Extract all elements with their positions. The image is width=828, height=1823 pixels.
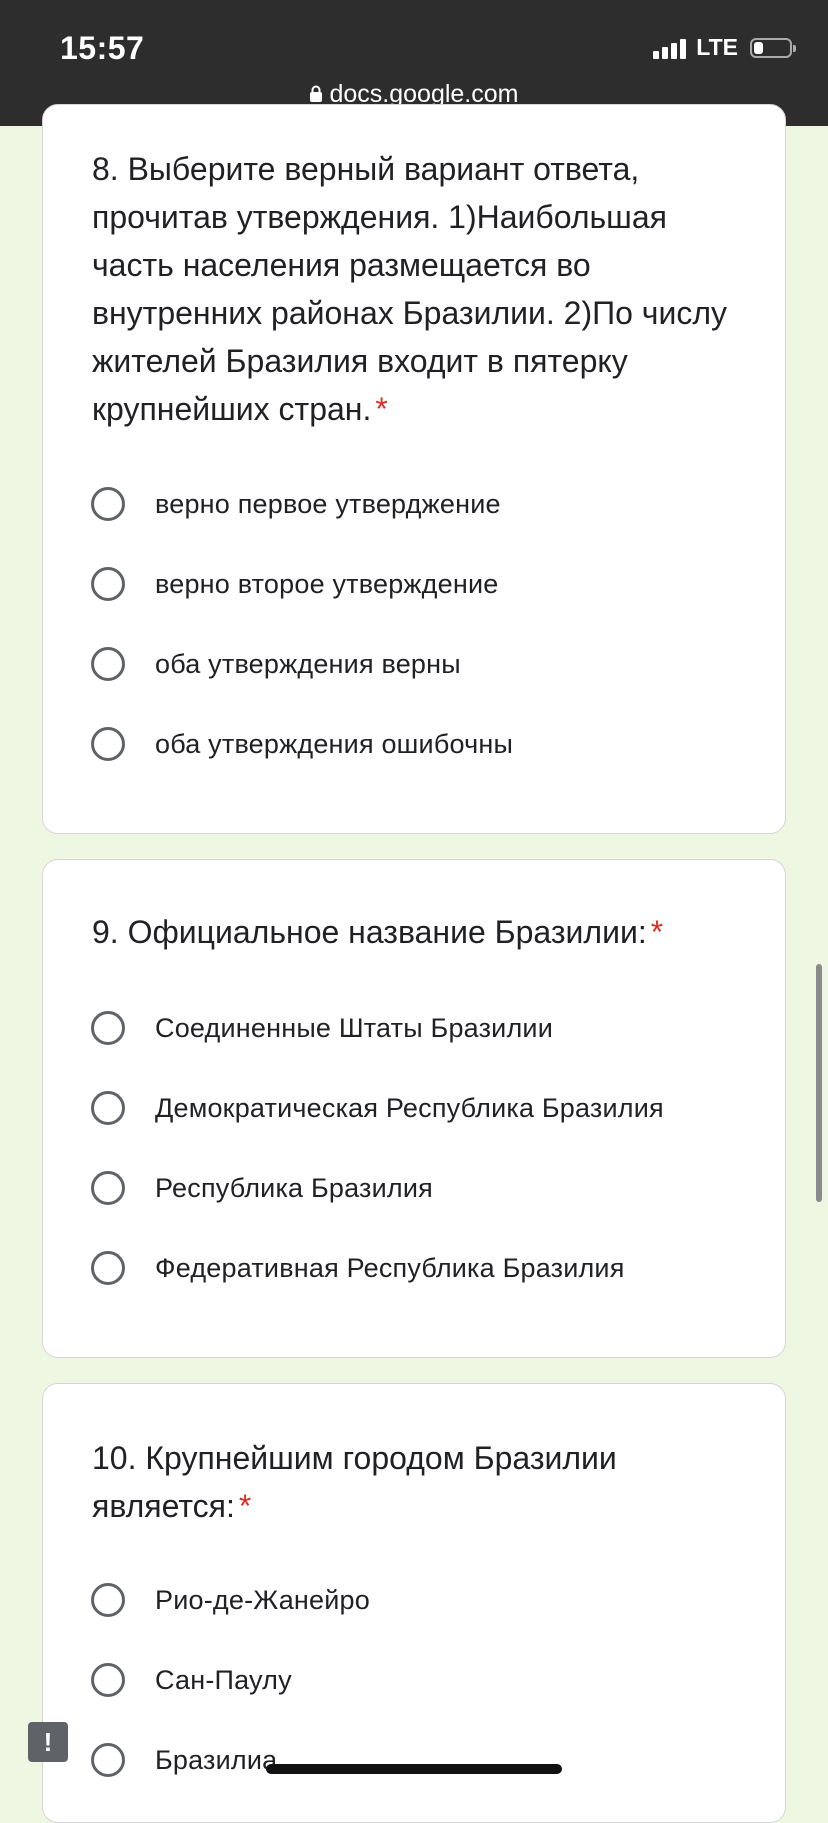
question-card-9: 9. Официальное название Бразилии: * Соеди… xyxy=(42,859,786,1358)
option-radio[interactable]: Сан-Паулу xyxy=(91,1660,292,1700)
option-radio[interactable]: верно первое утверджение xyxy=(91,484,501,524)
battery-icon xyxy=(750,37,796,58)
option-label: оба утверждения ошибочны xyxy=(155,728,514,759)
question-title: 8. Выберите верный вариант ответа, прочи… xyxy=(92,151,727,427)
option-radio[interactable]: Бразилиа xyxy=(91,1740,277,1780)
radio-button[interactable] xyxy=(91,1091,125,1125)
status-icons: LTE xyxy=(653,34,796,61)
option-label: Республика Бразилия xyxy=(155,1172,433,1203)
option-label: Сан-Паулу xyxy=(155,1664,292,1695)
option-radio[interactable]: Федеративная Республика Бразилия xyxy=(91,1248,625,1288)
radio-button[interactable] xyxy=(91,1743,125,1777)
radio-button[interactable] xyxy=(91,1011,125,1045)
question-title: 9. Официальное название Бразилии: * xyxy=(92,914,664,950)
option-label: Демократическая Республика Бразилия xyxy=(155,1092,664,1123)
network-type: LTE xyxy=(696,34,738,60)
signal-icon xyxy=(653,37,687,59)
option-radio[interactable]: верно второе утверждение xyxy=(91,564,498,604)
home-indicator[interactable] xyxy=(266,1764,562,1774)
radio-button[interactable] xyxy=(91,1171,125,1205)
question-title: 10. Крупнейшим городом Бразилии является… xyxy=(92,1440,617,1524)
radio-button[interactable] xyxy=(91,1663,125,1697)
radio-button[interactable] xyxy=(91,487,125,521)
option-radio[interactable]: Соединенные Штаты Бразилии xyxy=(91,1008,553,1048)
scrollbar[interactable] xyxy=(816,964,822,1202)
radio-button[interactable] xyxy=(91,727,125,761)
option-label: верно второе утверждение xyxy=(155,568,499,599)
option-label: Соединенные Штаты Бразилии xyxy=(155,1012,553,1043)
option-label: Рио-де-Жанейро xyxy=(155,1584,370,1615)
radio-button[interactable] xyxy=(91,647,125,681)
option-radio[interactable]: Республика Бразилия xyxy=(91,1168,433,1208)
radio-button[interactable] xyxy=(91,1583,125,1617)
feedback-icon[interactable]: ! xyxy=(28,1722,68,1762)
option-label: оба утверждения верны xyxy=(155,648,461,679)
required-asterisk: * xyxy=(375,391,388,427)
radio-button[interactable] xyxy=(91,567,125,601)
option-label: верно первое утверджение xyxy=(155,488,501,519)
option-radio[interactable]: Демократическая Республика Бразилия xyxy=(91,1088,664,1128)
option-label: Федеративная Республика Бразилия xyxy=(155,1252,625,1283)
option-radio[interactable]: оба утверждения верны xyxy=(91,644,461,684)
option-radio[interactable]: оба утверждения ошибочны xyxy=(91,724,513,764)
radio-button[interactable] xyxy=(91,1251,125,1285)
required-asterisk: * xyxy=(650,914,664,950)
clock: 15:57 xyxy=(60,30,145,66)
question-card-8: 8. Выберите верный вариант ответа, прочи… xyxy=(42,104,786,834)
required-asterisk: * xyxy=(238,1488,252,1524)
option-label: Бразилиа xyxy=(155,1744,278,1775)
option-radio[interactable]: Рио-де-Жанейро xyxy=(91,1580,370,1620)
question-card-10: 10. Крупнейшим городом Бразилии является… xyxy=(42,1383,786,1823)
